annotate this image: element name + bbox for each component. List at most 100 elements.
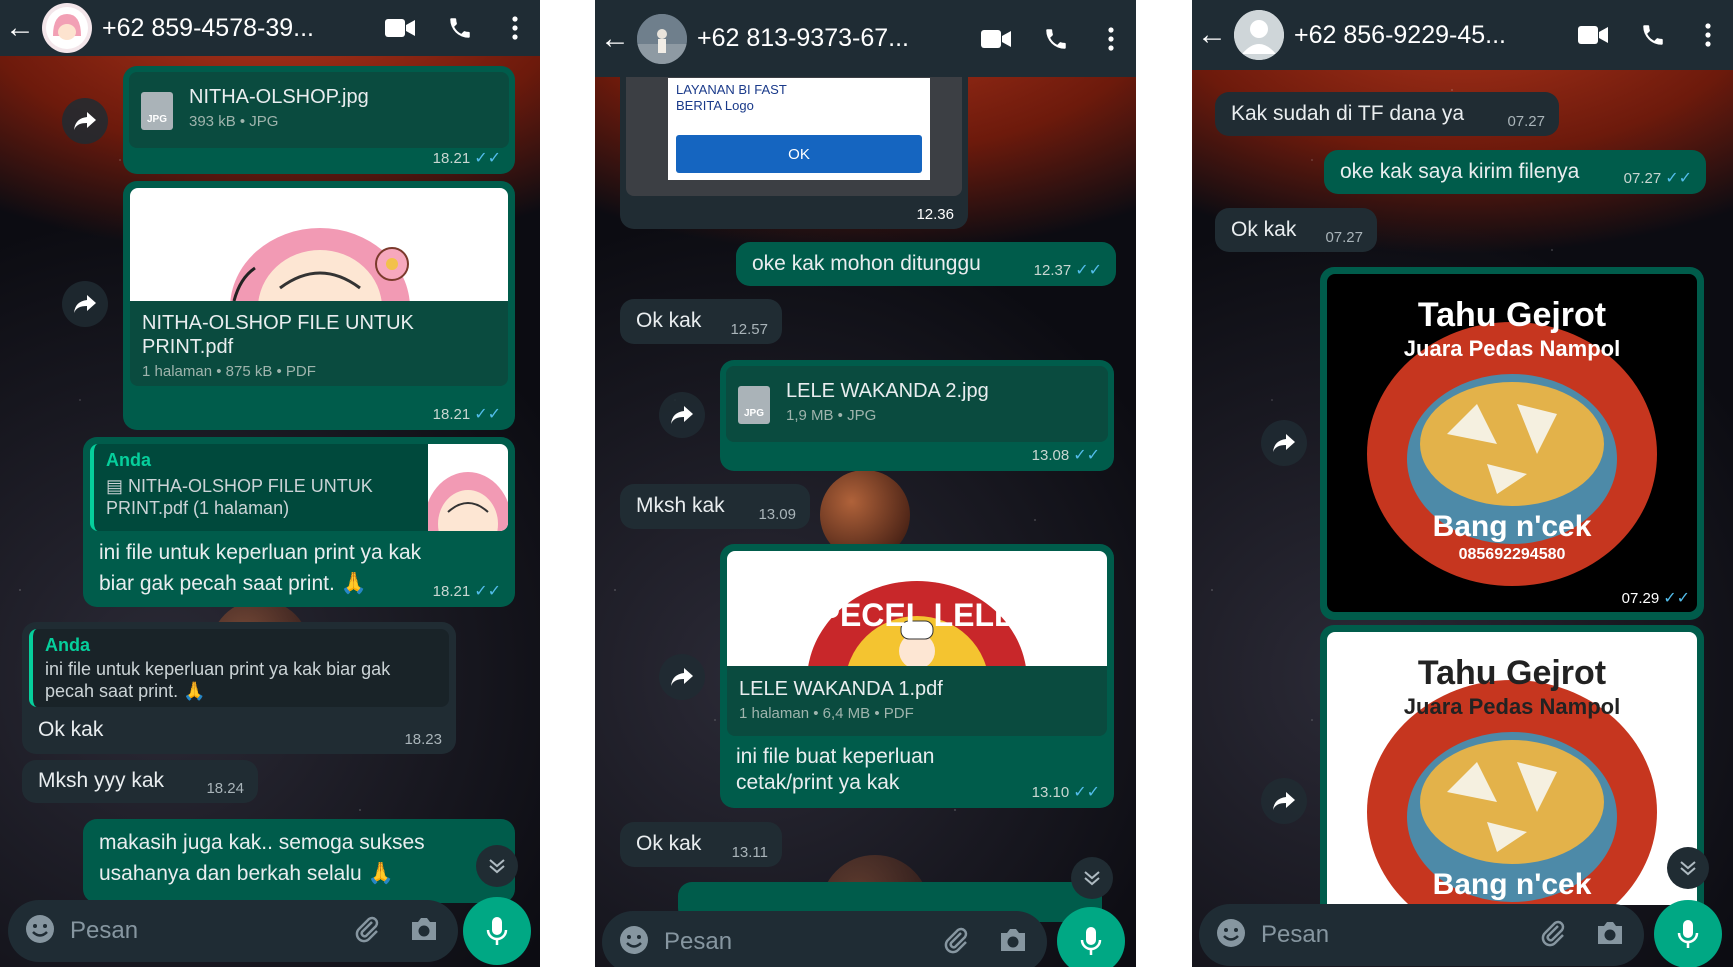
message-time: 13.11 <box>731 844 768 861</box>
arrow-left-icon[interactable]: ← <box>595 22 635 56</box>
message-input-bar[interactable]: Pesan <box>1199 904 1644 966</box>
message-bubble[interactable]: Kak sudah di TF dana ya 07.27 <box>1215 92 1559 136</box>
pdf-info[interactable]: NITHA-OLSHOP FILE UNTUK PRINT.pdf 1 hala… <box>130 301 508 386</box>
contact-name[interactable]: +62 859-4578-39... <box>102 14 370 43</box>
phone-icon[interactable] <box>1026 26 1086 52</box>
tahu-gejrot-logo-image[interactable]: Tahu Gejrot Juara Pedas Nampol Bang n'ce… <box>1327 632 1697 905</box>
file-name: NITHA-OLSHOP.jpg <box>189 86 369 108</box>
chevron-double-down-icon[interactable] <box>1071 857 1113 899</box>
forward-icon[interactable] <box>62 281 108 327</box>
image-message[interactable]: Tahu Gejrot Juara Pedas Nampol Bang n'ce… <box>1320 267 1704 620</box>
mic-icon[interactable] <box>1654 900 1722 967</box>
forward-icon[interactable] <box>1261 420 1307 466</box>
emoji-icon[interactable] <box>1215 917 1247 954</box>
message-bubble[interactable]: Ok kak 12.57 <box>620 299 782 344</box>
jpg-file-icon: JPG <box>738 386 770 424</box>
chevron-double-down-icon[interactable] <box>1667 847 1709 889</box>
contact-name[interactable]: +62 813-9373-67... <box>697 24 966 53</box>
chevron-double-down-icon[interactable] <box>476 845 518 887</box>
mic-icon[interactable] <box>463 897 531 965</box>
avatar[interactable] <box>1234 10 1284 60</box>
pecel-lele-logo: PECEL LELE <box>808 581 1026 666</box>
avatar[interactable] <box>637 13 687 64</box>
contact-name[interactable]: +62 856-9229-45... <box>1294 21 1563 50</box>
read-tick-icon: ✓✓ <box>474 150 501 167</box>
file-meta: 393 kB • JPG <box>189 113 279 130</box>
message-time: 13.09 <box>758 506 796 523</box>
phone-screen-1: ← +62 859-4578-39... JPG NITHA-OLSHOP.jp… <box>0 0 540 967</box>
message-input-bar[interactable]: Pesan <box>8 900 458 962</box>
more-vert-icon[interactable] <box>490 16 540 40</box>
more-vert-icon[interactable] <box>1086 26 1136 51</box>
message-bubble[interactable]: oke kak mohon ditunggu 12.37 ✓✓ <box>736 242 1116 286</box>
paperclip-icon[interactable] <box>941 925 971 960</box>
pdf-message[interactable]: NITHA-OLSHOP FILE UNTUK PRINT.pdf 1 hala… <box>123 181 515 430</box>
message-text: Mksh kak <box>636 494 725 517</box>
emoji-icon[interactable] <box>618 924 650 961</box>
message-text: makasih juga kak.. semoga sukses usahany… <box>99 831 425 885</box>
phone-icon[interactable] <box>1623 22 1683 48</box>
avatar[interactable] <box>42 3 92 53</box>
image-message[interactable]: Tahu Gejrot Juara Pedas Nampol Bang n'ce… <box>1320 625 1704 905</box>
mic-icon[interactable] <box>1057 907 1125 967</box>
message-input-bar[interactable]: Pesan <box>602 911 1047 967</box>
pdf-message[interactable]: PECEL LELE LELE WAKANDA 1.pdf 1 halaman … <box>720 544 1114 808</box>
forward-icon[interactable] <box>1261 778 1307 824</box>
image-message[interactable]: LAYANAN BI FAST BERITA Logo OK 12.36 <box>620 56 968 229</box>
logo-title: Tahu Gejrot <box>1417 296 1607 334</box>
reply-message[interactable]: Anda ini file untuk keperluan print ya k… <box>22 622 456 754</box>
video-camera-icon[interactable] <box>966 28 1026 50</box>
message-input[interactable]: Pesan <box>70 917 352 945</box>
message-time: 07.27 <box>1507 113 1545 130</box>
more-vert-icon[interactable] <box>1683 23 1733 47</box>
forward-icon[interactable] <box>659 654 705 700</box>
message-bubble[interactable]: Mksh yyy kak 18.24 <box>22 760 258 803</box>
message-bubble[interactable]: makasih juga kak.. semoga sukses usahany… <box>83 819 515 903</box>
jpg-file-icon: JPG <box>141 92 173 130</box>
logo-subtitle: Juara Pedas Nampol <box>1403 336 1621 361</box>
message-text: Ok kak <box>636 309 702 332</box>
screenshot-image[interactable]: LAYANAN BI FAST BERITA Logo OK <box>626 56 962 196</box>
logo-food <box>1420 740 1604 864</box>
pdf-preview[interactable]: PECEL LELE <box>727 551 1107 666</box>
paperclip-icon[interactable] <box>352 914 382 949</box>
logo-brand: Bang n'cek <box>1432 510 1592 543</box>
message-bubble[interactable]: Ok kak 07.27 <box>1215 208 1377 252</box>
message-input[interactable]: Pesan <box>664 928 941 956</box>
arrow-left-icon[interactable]: ← <box>1192 18 1232 52</box>
forward-icon[interactable] <box>659 392 705 438</box>
message-text: Kak sudah di TF dana ya <box>1231 102 1465 125</box>
quote-author: Anda <box>106 450 151 470</box>
pdf-preview[interactable] <box>130 188 508 301</box>
logo-brand: Bang n'cek <box>1432 868 1592 901</box>
read-tick-icon: ✓✓ <box>1665 170 1692 187</box>
camera-icon[interactable] <box>1594 919 1626 952</box>
message-input[interactable]: Pesan <box>1261 921 1538 949</box>
message-bubble[interactable]: oke kak saya kirim filenya 07.27 ✓✓ <box>1324 150 1706 194</box>
dialog-line: LAYANAN BI FAST <box>676 82 787 97</box>
forward-icon[interactable] <box>62 98 108 144</box>
chat-header: ← +62 813-9373-67... <box>595 0 1136 77</box>
file-message[interactable]: JPG NITHA-OLSHOP.jpg 393 kB • JPG 18.21 ✓… <box>123 66 515 174</box>
quoted-message[interactable]: Anda ini file untuk keperluan print ya k… <box>29 629 449 707</box>
message-bubble[interactable]: Ok kak 13.11 <box>620 822 782 867</box>
file-card[interactable]: JPG NITHA-OLSHOP.jpg 393 kB • JPG <box>129 72 509 148</box>
video-camera-icon[interactable] <box>1563 24 1623 46</box>
pdf-info[interactable]: LELE WAKANDA 1.pdf 1 halaman • 6,4 MB • … <box>727 666 1107 736</box>
phone-icon[interactable] <box>430 15 490 41</box>
quoted-message[interactable]: Anda ▤ NITHA-OLSHOP FILE UNTUK PRINT.pdf… <box>90 444 508 531</box>
paperclip-icon[interactable] <box>1538 918 1568 953</box>
reply-message[interactable]: Anda ▤ NITHA-OLSHOP FILE UNTUK PRINT.pdf… <box>83 437 515 607</box>
video-camera-icon[interactable] <box>370 17 430 39</box>
emoji-icon[interactable] <box>24 913 56 950</box>
camera-icon[interactable] <box>997 926 1029 959</box>
message-time: 13.08 ✓✓ <box>1031 447 1100 464</box>
read-tick-icon: ✓✓ <box>1663 590 1690 607</box>
camera-icon[interactable] <box>408 915 440 948</box>
file-card[interactable]: JPG LELE WAKANDA 2.jpg 1,9 MB • JPG <box>726 366 1108 442</box>
message-bubble[interactable]: Mksh kak 13.09 <box>620 484 810 529</box>
tahu-gejrot-logo-image[interactable]: Tahu Gejrot Juara Pedas Nampol Bang n'ce… <box>1327 274 1697 612</box>
file-message[interactable]: JPG LELE WAKANDA 2.jpg 1,9 MB • JPG 13.0… <box>720 360 1114 471</box>
arrow-left-icon[interactable]: ← <box>0 11 40 45</box>
message-text: ini file untuk keperluan print ya kak bi… <box>99 541 422 595</box>
